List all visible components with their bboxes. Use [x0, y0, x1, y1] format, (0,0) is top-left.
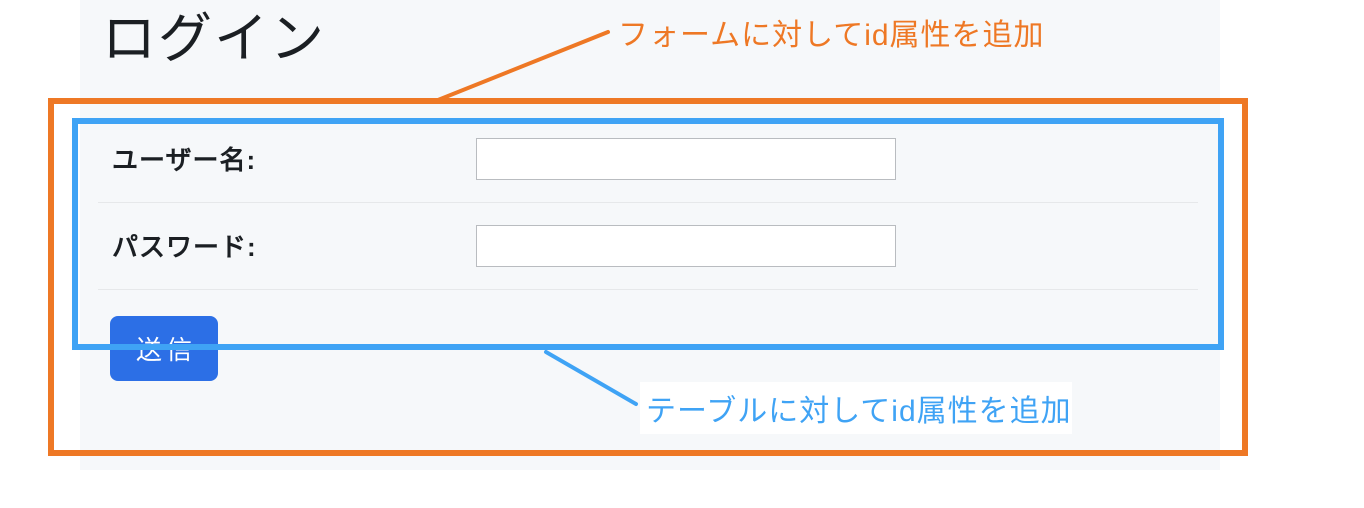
- submit-button[interactable]: 送信: [110, 316, 218, 381]
- password-input[interactable]: [476, 225, 896, 267]
- username-label: ユーザー名:: [98, 116, 468, 203]
- table-row: パスワード:: [98, 202, 1198, 289]
- username-input[interactable]: [476, 138, 896, 180]
- annotation-form-text: フォームに対してid属性を追加: [618, 10, 1045, 54]
- username-cell: [468, 116, 1198, 203]
- annotation-table-text: テーブルに対してid属性を追加: [640, 382, 1072, 434]
- password-cell: [468, 202, 1198, 289]
- password-label: パスワード:: [98, 202, 468, 289]
- login-table: ユーザー名: パスワード:: [98, 116, 1198, 290]
- table-row: ユーザー名:: [98, 116, 1198, 203]
